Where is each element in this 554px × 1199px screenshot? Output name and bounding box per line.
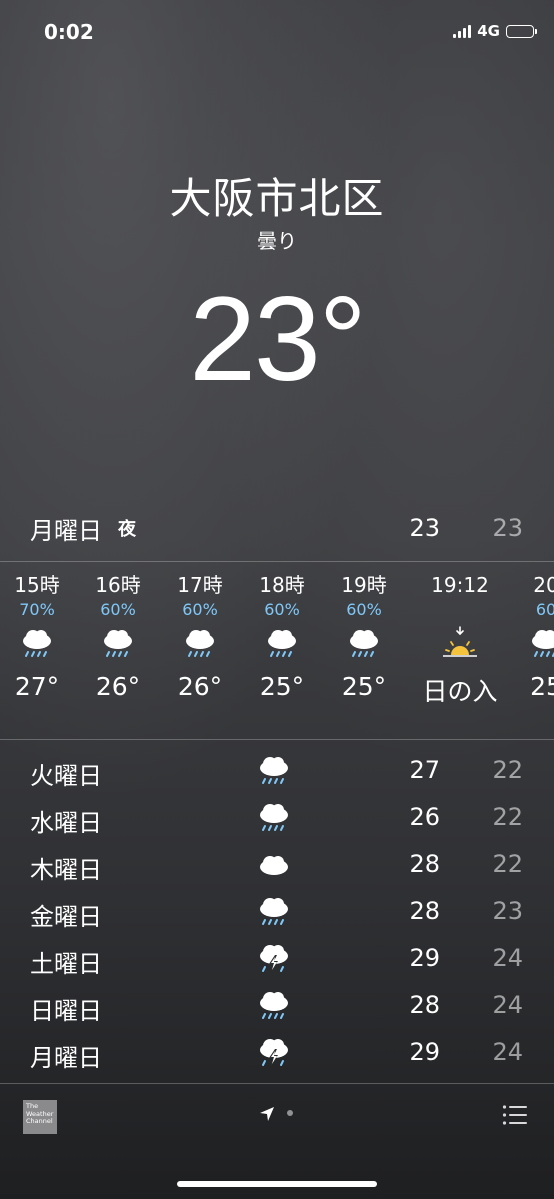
network-label: 4G: [477, 22, 500, 40]
hourly-item: 20 60 25: [506, 572, 554, 701]
day-low: 24: [492, 991, 523, 1019]
sunset-label: 日の入: [422, 677, 498, 706]
cloud-rain-icon: [506, 622, 554, 666]
cloud-rain-icon: [324, 622, 404, 666]
daily-row: 木曜日 28 22: [30, 844, 524, 891]
hourly-item: 17時 60% 26°: [160, 572, 240, 701]
daily-forecast[interactable]: 火曜日 27 22 水曜日 26 22 木曜日 28 22 金曜日 28 23 …: [30, 750, 524, 1079]
hour-precip: [420, 598, 500, 622]
home-indicator[interactable]: [177, 1181, 377, 1187]
divider-middle: [0, 739, 554, 740]
day-name: 金曜日: [30, 903, 102, 931]
hour-label: 16時: [95, 573, 141, 597]
hour-temp: 26°: [177, 672, 223, 701]
day-low: 22: [492, 803, 523, 831]
cloud-icon: [257, 848, 291, 888]
status-time: 0:02: [44, 20, 94, 44]
day-low: 23: [492, 897, 523, 925]
hour-temp: 25°: [259, 672, 305, 701]
daily-row: 火曜日 27 22: [30, 750, 524, 797]
cloud-rain-icon: [0, 622, 77, 666]
day-high: 28: [409, 897, 440, 925]
signal-icon: [453, 24, 472, 38]
cloud-rain-icon: [78, 622, 158, 666]
cloud-rain-icon: [257, 754, 291, 794]
day-high: 28: [409, 850, 440, 878]
cloud-rain-icon: [160, 622, 240, 666]
daily-row: 土曜日 29 24: [30, 938, 524, 985]
hour-label: 20: [533, 573, 554, 597]
hourly-forecast[interactable]: 15時 70% 27° 16時 60% 26° 17時 60% 26° 18時 …: [0, 572, 554, 722]
sunset-time: 19:12: [431, 573, 489, 597]
day-name: 水曜日: [30, 809, 102, 837]
city-name: 大阪市北区: [169, 174, 385, 223]
list-icon[interactable]: [502, 1104, 528, 1130]
hour-precip: 60: [535, 600, 554, 619]
today-summary: 月曜日 夜 23 23: [30, 510, 524, 546]
hourly-item: 19時 60% 25°: [324, 572, 404, 701]
today-tag: 夜: [118, 519, 136, 540]
current-temperature: 23°: [189, 272, 366, 406]
hour-temp: 27°: [14, 672, 60, 701]
day-high: 29: [409, 944, 440, 972]
day-name: 木曜日: [30, 856, 102, 884]
page-indicator-dot[interactable]: [287, 1110, 293, 1116]
hourly-item: 15時 70% 27°: [0, 572, 77, 701]
today-high: 23: [409, 514, 440, 542]
cloud-rain-icon: [257, 801, 291, 841]
thunderstorm-icon: [257, 1036, 291, 1076]
day-name: 土曜日: [30, 950, 102, 978]
location-arrow-icon[interactable]: [258, 1105, 276, 1127]
day-low: 22: [492, 756, 523, 784]
hour-label: 18時: [259, 573, 305, 597]
hour-label: 19時: [341, 573, 387, 597]
hour-precip: 70%: [19, 600, 55, 619]
sunset-icon: [420, 622, 500, 666]
divider-top: [0, 561, 554, 562]
daily-row: 金曜日 28 23: [30, 891, 524, 938]
daily-row: 日曜日 28 24: [30, 985, 524, 1032]
hour-label: 15時: [14, 573, 60, 597]
weather-condition: 曇り: [257, 229, 297, 253]
day-low: 22: [492, 850, 523, 878]
hour-precip: 60%: [100, 600, 136, 619]
day-high: 27: [409, 756, 440, 784]
cloud-rain-icon: [242, 622, 322, 666]
day-low: 24: [492, 1038, 523, 1066]
day-high: 29: [409, 1038, 440, 1066]
hour-label: 17時: [177, 573, 223, 597]
cloud-rain-icon: [257, 895, 291, 935]
day-name: 火曜日: [30, 762, 102, 790]
hourly-item: 16時 60% 26°: [78, 572, 158, 701]
today-day: 月曜日: [30, 516, 102, 545]
hour-temp: 25: [530, 672, 554, 701]
daily-row: 月曜日 29 24: [30, 1032, 524, 1079]
cloud-rain-icon: [257, 989, 291, 1029]
today-low: 23: [492, 514, 523, 542]
hourly-item-sunset: 19:12 日の入: [420, 572, 500, 708]
weather-channel-logo[interactable]: The Weather Channel: [23, 1100, 57, 1134]
battery-icon: [506, 24, 537, 38]
hour-temp: 25°: [341, 672, 387, 701]
hour-precip: 60%: [264, 600, 300, 619]
hour-precip: 60%: [346, 600, 382, 619]
hour-precip: 60%: [182, 600, 218, 619]
day-high: 26: [409, 803, 440, 831]
divider-bottom: [0, 1083, 554, 1084]
day-high: 28: [409, 991, 440, 1019]
day-name: 日曜日: [30, 997, 102, 1025]
hour-temp: 26°: [95, 672, 141, 701]
status-indicators: 4G: [453, 22, 537, 40]
thunderstorm-icon: [257, 942, 291, 982]
hourly-item: 18時 60% 25°: [242, 572, 322, 701]
day-low: 24: [492, 944, 523, 972]
daily-row: 水曜日 26 22: [30, 797, 524, 844]
day-name: 月曜日: [30, 1044, 102, 1072]
